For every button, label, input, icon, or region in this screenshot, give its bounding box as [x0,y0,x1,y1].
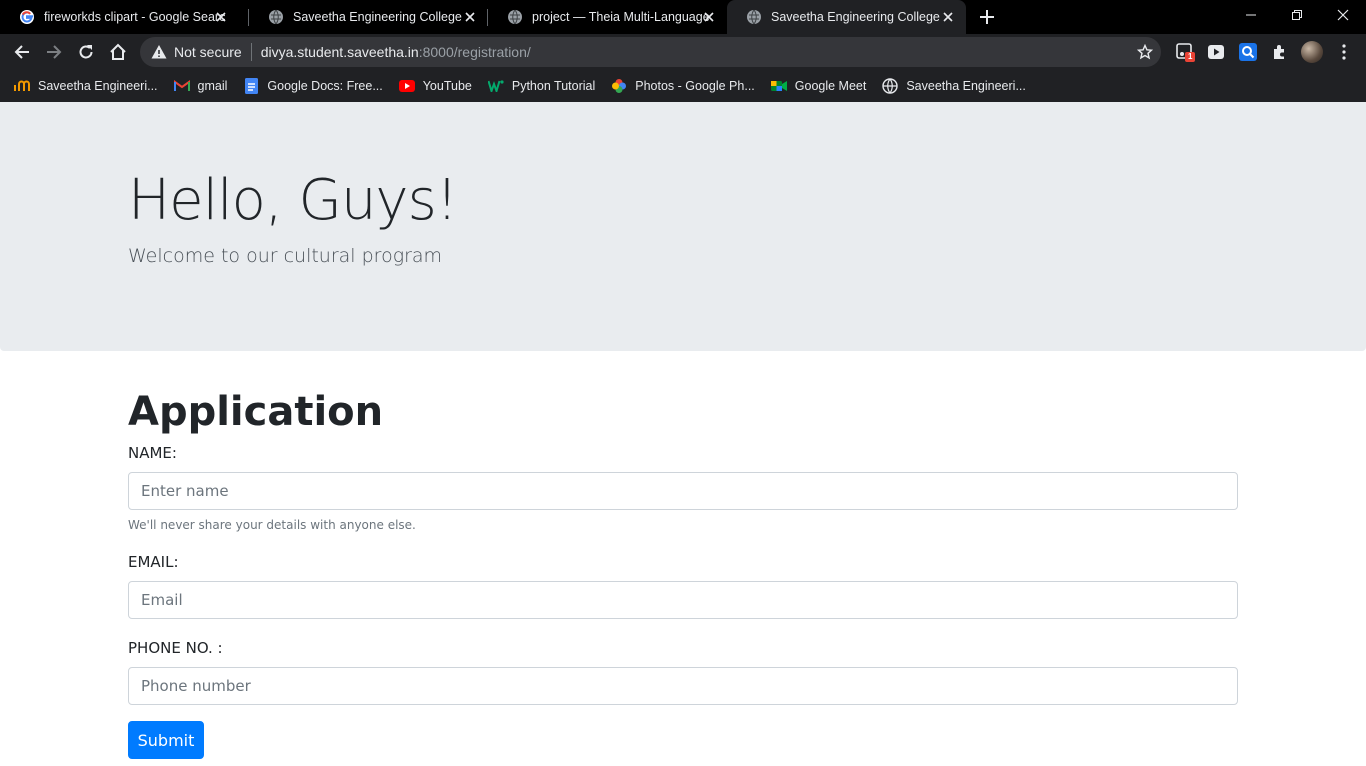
profile-button[interactable] [1300,40,1324,64]
arrow-left-icon [14,45,29,59]
name-input[interactable] [128,472,1238,510]
restore-icon [1292,10,1302,20]
extension-button-3[interactable] [1236,40,1260,64]
globe-icon [268,9,284,25]
close-icon[interactable] [462,9,478,25]
url-path: :8000/registration/ [418,44,531,60]
bookmark-label: Saveetha Engineeri... [906,79,1026,93]
docs-icon [243,78,259,94]
close-icon[interactable] [701,9,717,25]
hero-lead: Welcome to our cultural program [128,245,443,267]
phone-label: PHONE NO. : [128,639,223,657]
bookmark-google-photos[interactable]: Photos - Google Ph... [611,78,755,94]
close-icon[interactable] [213,9,229,25]
extensions-menu-button[interactable] [1268,40,1292,64]
omnibox-divider [250,43,252,61]
minimize-icon [1246,14,1256,16]
address-bar[interactable]: Not secure divya.student.saveetha.in:800… [140,37,1161,67]
tab-saveetha-1[interactable]: Saveetha Engineering College [249,0,488,34]
puzzle-icon [1274,45,1284,59]
close-window-button[interactable] [1320,0,1366,30]
bookmark-label: gmail [197,79,228,93]
extension-button-2[interactable] [1204,40,1228,64]
bookmark-youtube[interactable]: YouTube [398,78,472,94]
bookmark-saveetha-2[interactable]: Saveetha Engineeri... [882,78,1026,94]
extension-badge: 1 [1188,52,1193,61]
home-button[interactable] [106,40,130,64]
email-input[interactable] [128,581,1238,619]
bookmark-label: Google Docs: Free... [267,79,383,93]
globe-icon [507,9,523,25]
bookmark-google-docs[interactable]: Google Docs: Free... [243,78,383,94]
bookmark-python-tutorial[interactable]: Python Tutorial [487,78,596,94]
submit-button[interactable]: Submit [128,721,204,759]
bookmark-label: Photos - Google Ph... [635,79,755,93]
bookmark-star-icon[interactable] [1137,44,1153,60]
photos-icon [611,78,627,94]
bookmark-label: YouTube [422,79,472,93]
close-icon[interactable] [940,9,956,25]
bookmarks-bar: Saveetha Engineeri... gmail Google Docs:… [0,70,1366,102]
url-text[interactable]: divya.student.saveetha.in:8000/registrat… [261,44,531,60]
minimize-button[interactable] [1228,0,1274,30]
back-button[interactable] [10,40,34,64]
hero-title: Hello, Guys! [128,168,458,233]
arrow-right-icon [47,45,62,59]
avatar [1301,41,1323,63]
tab-title: Saveetha Engineering College [771,10,940,24]
browser-toolbar: Not secure divya.student.saveetha.in:800… [0,34,1366,70]
reload-button[interactable] [74,40,98,64]
meet-icon [770,78,787,94]
name-help-text: We'll never share your details with anyo… [128,518,416,532]
bookmark-gmail[interactable]: gmail [173,78,228,94]
home-icon [110,43,126,60]
plus-icon [980,10,994,24]
bookmark-google-meet[interactable]: Google Meet [770,78,867,94]
tab-strip: fireworkds clipart - Google Searc Saveet… [0,0,1366,34]
jumbotron: Hello, Guys! Welcome to our cultural pro… [0,102,1366,351]
name-label: NAME: [128,444,177,462]
tab-google-search[interactable]: fireworkds clipart - Google Searc [0,0,239,34]
gmail-icon [173,78,190,94]
chrome-menu-button[interactable] [1332,40,1356,64]
saveetha-icon [14,78,30,94]
youtube-icon [398,78,415,94]
globe-icon [746,9,762,25]
bookmark-label: Python Tutorial [511,79,596,93]
tab-title: project — Theia Multi-Language [532,10,710,24]
search-extension-icon [1239,43,1257,61]
globe-icon [882,78,899,94]
tab-saveetha-active[interactable]: Saveetha Engineering College [727,0,966,34]
w3-icon [487,78,504,94]
bookmark-label: Saveetha Engineeri... [38,79,158,93]
email-label: EMAIL: [128,553,179,571]
google-icon [19,9,35,25]
warning-icon[interactable] [151,44,167,60]
forward-button[interactable] [42,40,66,64]
phone-input[interactable] [128,667,1238,705]
extension-button-1[interactable]: 1 [1173,40,1197,64]
new-tab-button[interactable] [976,6,998,28]
close-icon [1337,9,1349,21]
bookmark-label: Google Meet [794,79,867,93]
reload-icon [79,45,93,59]
tab-title: Saveetha Engineering College [293,10,462,24]
tab-theia[interactable]: project — Theia Multi-Language [488,0,727,34]
form-title: Application [128,389,384,435]
more-vertical-icon [1342,44,1346,60]
url-host: divya.student.saveetha.in [260,44,419,60]
tab-title: fireworkds clipart - Google Searc [44,10,226,24]
video-extension-icon [1208,45,1224,59]
security-label[interactable]: Not secure [174,44,242,60]
restore-button[interactable] [1274,0,1320,30]
bookmark-saveetha[interactable]: Saveetha Engineeri... [14,78,158,94]
